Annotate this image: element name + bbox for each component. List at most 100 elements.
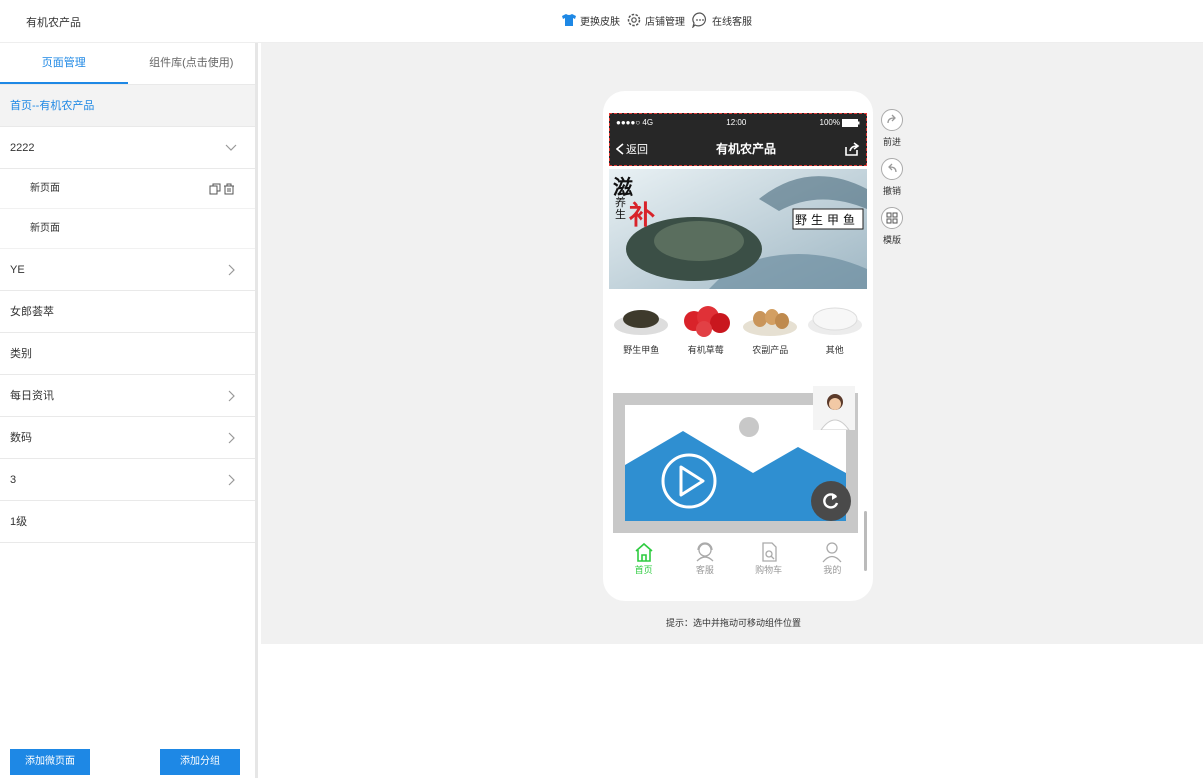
- tabbar-label: 首页: [634, 565, 653, 575]
- refresh-icon: [823, 493, 839, 509]
- battery-text: 100%: [819, 118, 840, 127]
- sidebar-item-digital[interactable]: 数码: [0, 417, 255, 459]
- shop-manage-button[interactable]: 店铺管理: [626, 12, 685, 28]
- sidebar: 页面管理 组件库(点击使用) 首页--有机农产品 2222 新页面 新页面 YE…: [0, 43, 258, 778]
- sidebar-tabs: 页面管理 组件库(点击使用): [0, 43, 255, 85]
- sidebar-item-label: 3: [10, 474, 17, 486]
- tabbar-cart[interactable]: 购物车: [755, 541, 782, 576]
- cart-icon: [761, 542, 777, 562]
- sidebar-item-level1[interactable]: 1级: [0, 501, 255, 543]
- tabbar-service[interactable]: 客服: [694, 541, 716, 576]
- sidebar-item-label: 每日资讯: [10, 390, 54, 402]
- add-micro-page-button[interactable]: 添加微页面: [10, 749, 90, 775]
- carrier-text: ●●●●○ 4G: [616, 118, 654, 127]
- category-other[interactable]: 其他: [805, 301, 865, 356]
- redo-button[interactable]: 前进: [881, 109, 903, 148]
- sidebar-item-girls[interactable]: 女郎荟萃: [0, 291, 255, 333]
- sidebar-subitem-label: 新页面: [30, 223, 60, 234]
- chevron-left-icon: [616, 142, 624, 155]
- change-skin-label: 更换皮肤: [580, 16, 620, 28]
- sidebar-item-label: 2222: [10, 142, 35, 154]
- phone-page-title: 有机农产品: [715, 142, 776, 156]
- strawberry-image: [683, 306, 730, 337]
- sidebar-item-label: YE: [10, 264, 25, 276]
- home-icon: [635, 542, 653, 562]
- phone-preview[interactable]: ●●●●○ 4G 12:00 100% 返回 有机农产品 滋 养生 补 野生甲鱼…: [603, 91, 873, 601]
- sidebar-item-label: 1级: [10, 516, 28, 528]
- banner-product-tag: 野生甲鱼: [795, 213, 860, 227]
- shop-manage-label: 店铺管理: [645, 16, 685, 28]
- sidebar-item-daily-news[interactable]: 每日资讯: [0, 375, 255, 417]
- phone-tabbar: 首页 客服 购物车 我的: [613, 541, 863, 576]
- app-title: 有机农产品: [26, 17, 81, 29]
- category-strawberry[interactable]: 有机草莓: [676, 301, 736, 356]
- gear-icon: [627, 13, 641, 27]
- category-farm[interactable]: 农副产品: [740, 301, 800, 356]
- hint-text: 提示：选中并拖动可移动组件位置: [666, 618, 802, 628]
- banner-image[interactable]: 滋 养生 补 野生甲鱼: [609, 169, 867, 289]
- undo-button[interactable]: 撤销: [881, 158, 903, 197]
- sidebar-item-label: 女郎荟萃: [10, 306, 54, 318]
- refresh-button[interactable]: [811, 481, 851, 521]
- tabbar-label: 购物车: [755, 565, 783, 575]
- copy-icon[interactable]: [209, 183, 221, 195]
- eggs-image: [743, 309, 798, 336]
- category-label: 农副产品: [752, 345, 789, 355]
- undo-icon: [888, 163, 897, 173]
- trash-icon[interactable]: [223, 183, 235, 195]
- sidebar-item-label: 类别: [10, 348, 32, 360]
- category-label: 有机草莓: [687, 345, 724, 355]
- sidebar-subitem-label: 新页面: [30, 183, 60, 194]
- tabbar-label: 我的: [823, 565, 842, 575]
- sidebar-item-home[interactable]: 首页--有机农产品: [0, 85, 255, 127]
- turtle-dish-image: [614, 310, 669, 335]
- share-icon[interactable]: [844, 141, 860, 156]
- sidebar-item-category[interactable]: 类别: [0, 333, 255, 375]
- sidebar-actions: 添加微页面 添加分组: [10, 749, 240, 775]
- sidebar-subitem-new-page[interactable]: 新页面: [0, 169, 255, 209]
- category-label: 其他: [825, 345, 844, 355]
- clock-text: 12:00: [726, 118, 747, 127]
- change-skin-button[interactable]: 更换皮肤: [561, 13, 620, 28]
- user-icon: [822, 542, 842, 563]
- avatar: [813, 386, 855, 431]
- tool-label: 前进: [882, 137, 901, 147]
- top-actions: 更换皮肤 店铺管理 在线客服: [561, 12, 752, 28]
- tool-label: 撤销: [882, 186, 901, 196]
- service-icon: [696, 542, 714, 562]
- battery-icon: [842, 118, 860, 127]
- sidebar-group-2222[interactable]: 2222: [0, 127, 255, 169]
- top-bar: 有机农产品 更换皮肤 店铺管理 在线客服: [0, 0, 1203, 43]
- sidebar-item-3[interactable]: 3: [0, 459, 255, 501]
- battery-indicator: 100%: [820, 118, 860, 127]
- banner-char-bu: 补: [629, 201, 656, 231]
- status-bar: ●●●●○ 4G 12:00 100%: [616, 118, 860, 127]
- tabbar-home[interactable]: 首页: [633, 541, 655, 576]
- category-label: 野生甲鱼: [623, 345, 660, 355]
- phone-scrollbar[interactable]: [864, 511, 867, 571]
- phone-header[interactable]: ●●●●○ 4G 12:00 100% 返回 有机农产品: [609, 113, 867, 166]
- sidebar-item-ye[interactable]: YE: [0, 249, 255, 291]
- tab-component-library[interactable]: 组件库(点击使用): [128, 43, 256, 84]
- tab-page-management[interactable]: 页面管理: [0, 43, 128, 84]
- redo-icon: [887, 114, 896, 124]
- editor-tools: 前进 撤销 模版: [881, 109, 903, 246]
- category-turtle[interactable]: 野生甲鱼: [611, 301, 671, 356]
- chat-icon: [692, 12, 706, 28]
- back-label: 返回: [626, 143, 648, 156]
- online-service-label: 在线客服: [712, 16, 752, 28]
- sidebar-item-label: 首页--有机农产品: [10, 100, 95, 112]
- back-button[interactable]: 返回: [616, 141, 648, 157]
- shirt-icon: [562, 14, 576, 26]
- editor-canvas: ●●●●○ 4G 12:00 100% 返回 有机农产品 滋 养生 补 野生甲鱼…: [261, 43, 1203, 644]
- rice-image: [807, 307, 862, 335]
- phone-nav-row: 返回 有机农产品: [616, 140, 860, 157]
- add-group-button[interactable]: 添加分组: [160, 749, 240, 775]
- banner-char-yangsheng: 养生: [615, 196, 626, 221]
- category-row: 野生甲鱼 有机草莓 农副产品 其他: [609, 301, 867, 356]
- online-service-button[interactable]: 在线客服: [691, 12, 752, 28]
- tabbar-me[interactable]: 我的: [821, 541, 843, 576]
- template-button[interactable]: 模版: [881, 207, 903, 246]
- sidebar-item-label: 数码: [10, 432, 32, 444]
- sidebar-subitem-new-page-2[interactable]: 新页面: [0, 209, 255, 249]
